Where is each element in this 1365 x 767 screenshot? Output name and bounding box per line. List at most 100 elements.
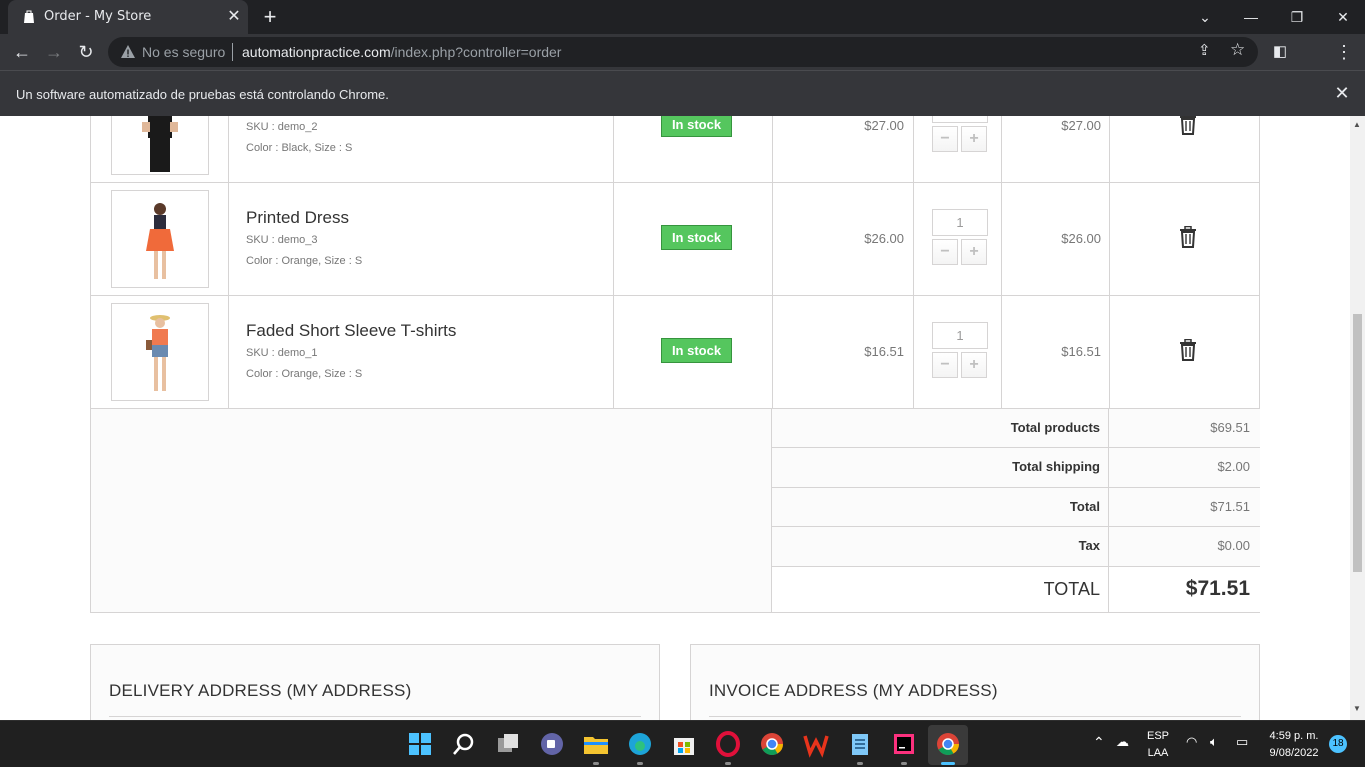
trash-icon[interactable] <box>1178 116 1198 135</box>
availability-badge: In stock <box>661 116 732 137</box>
total-row: Total $71.51 <box>772 488 1260 527</box>
running-indicator <box>637 762 643 765</box>
cell-divider <box>1109 183 1110 295</box>
back-icon[interactable]: ← <box>8 38 36 66</box>
search-icon[interactable] <box>449 729 479 759</box>
totals-spacer <box>91 409 772 612</box>
running-indicator <box>593 762 599 765</box>
running-indicator <box>725 762 731 765</box>
cell-divider <box>772 296 773 408</box>
running-indicator <box>857 762 863 765</box>
wps-office-icon[interactable] <box>801 729 831 759</box>
trash-icon[interactable] <box>1178 226 1198 248</box>
browser-tab[interactable]: Order - My Store ✕ <box>8 0 248 34</box>
close-window-icon[interactable]: ✕ <box>1330 4 1356 30</box>
chrome-active-icon[interactable] <box>933 729 963 759</box>
chevron-up-icon[interactable]: ⌃ <box>1093 734 1105 751</box>
forward-icon[interactable]: → <box>40 38 68 66</box>
notepad-icon[interactable] <box>845 729 875 759</box>
clock-time[interactable]: 4:59 p. m. <box>1262 730 1326 742</box>
tab-search-icon[interactable]: ⌄ <box>1192 4 1218 30</box>
product-name[interactable]: Printed Dress <box>246 208 349 228</box>
address-bar[interactable]: No es seguro automationpractice.com/inde… <box>108 37 1258 67</box>
invoice-address-title: INVOICE ADDRESS (MY ADDRESS) <box>709 681 998 700</box>
browser-titlebar: Order - My Store ✕ + ⌄ — ❐ ✕ <box>0 0 1365 34</box>
language-label[interactable]: ESP <box>1142 730 1174 742</box>
automation-infobar: Un software automatizado de pruebas está… <box>0 70 1365 116</box>
tax-label: Tax <box>1078 538 1100 553</box>
windows-start-icon[interactable] <box>405 729 435 759</box>
quantity-increase-button[interactable]: + <box>961 126 987 152</box>
cart-row: Faded Short Sleeve T-shirts SKU : demo_1… <box>90 296 1260 409</box>
total-shipping-value: $2.00 <box>1217 459 1250 474</box>
infobar-text: Un software automatizado de pruebas está… <box>16 87 389 102</box>
keyboard-layout-label[interactable]: LAA <box>1142 747 1174 759</box>
quantity-decrease-button[interactable]: − <box>932 126 958 152</box>
volume-icon[interactable]: 🔈︎ <box>1210 734 1218 750</box>
file-explorer-icon[interactable] <box>581 729 611 759</box>
product-attributes[interactable]: Color : Orange, Size : S <box>246 368 362 380</box>
infobar-close-icon[interactable]: ✕ <box>1332 83 1352 103</box>
wifi-icon[interactable]: ◠ <box>1186 734 1197 750</box>
scroll-up-icon[interactable]: ▲ <box>1353 120 1361 129</box>
teams-chat-icon[interactable] <box>537 729 567 759</box>
battery-icon[interactable]: ▭ <box>1236 734 1248 750</box>
running-indicator <box>901 762 907 765</box>
tshirt-outfit-image <box>146 315 170 391</box>
line-total: $27.00 <box>1061 118 1101 133</box>
not-secure-label[interactable]: No es seguro <box>142 44 225 60</box>
quantity-increase-button[interactable]: + <box>961 352 987 378</box>
quantity-increase-button[interactable]: + <box>961 239 987 265</box>
tax-value: $0.00 <box>1217 538 1250 553</box>
menu-icon[interactable]: ⋮ <box>1330 38 1358 66</box>
line-total: $16.51 <box>1061 344 1101 359</box>
scroll-down-icon[interactable]: ▼ <box>1353 704 1361 713</box>
quantity-input[interactable] <box>932 116 988 123</box>
cell-divider <box>913 183 914 295</box>
page-scrollbar[interactable]: ▲ ▼ <box>1350 116 1365 720</box>
side-panel-icon[interactable]: ◧ <box>1266 38 1294 66</box>
chrome-icon[interactable] <box>757 729 787 759</box>
quantity-input[interactable]: 1 <box>932 322 988 349</box>
total-products-row: Total products $69.51 <box>772 409 1260 448</box>
cell-divider <box>228 116 229 182</box>
tax-row: Tax $0.00 <box>772 527 1260 567</box>
product-image[interactable] <box>111 303 209 401</box>
new-tab-button[interactable]: + <box>258 5 282 29</box>
cell-divider <box>772 183 773 295</box>
opera-icon[interactable] <box>713 729 743 759</box>
warning-icon <box>121 45 135 58</box>
total-value: $71.51 <box>1210 499 1250 514</box>
restore-icon[interactable]: ❐ <box>1284 4 1310 30</box>
share-icon[interactable]: ⇪ <box>1198 41 1211 59</box>
product-sku: SKU : demo_2 <box>246 121 318 133</box>
quantity-input[interactable]: 1 <box>932 209 988 236</box>
product-attributes[interactable]: Color : Black, Size : S <box>246 142 352 154</box>
edge-icon[interactable] <box>625 729 655 759</box>
tab-close-icon[interactable]: ✕ <box>224 7 244 27</box>
url-text[interactable]: automationpractice.com/index.php?control… <box>242 44 561 60</box>
product-attributes[interactable]: Color : Orange, Size : S <box>246 255 362 267</box>
quantity-decrease-button[interactable]: − <box>932 352 958 378</box>
product-image[interactable] <box>111 116 209 175</box>
bookmark-star-icon[interactable]: ☆ <box>1230 40 1245 60</box>
reload-icon[interactable]: ↻ <box>72 38 100 66</box>
product-image[interactable] <box>111 190 209 288</box>
trash-icon[interactable] <box>1178 339 1198 361</box>
task-view-icon[interactable] <box>493 729 523 759</box>
intellij-icon[interactable] <box>889 729 919 759</box>
onedrive-icon[interactable]: ☁ <box>1116 734 1129 750</box>
product-sku: SKU : demo_3 <box>246 234 318 246</box>
notification-badge[interactable]: 18 <box>1329 735 1347 753</box>
quantity-decrease-button[interactable]: − <box>932 239 958 265</box>
store-icon[interactable] <box>669 729 699 759</box>
total-label: Total <box>1069 499 1100 514</box>
minimize-icon[interactable]: — <box>1238 4 1264 30</box>
scroll-thumb[interactable] <box>1353 314 1362 572</box>
clock-date[interactable]: 9/08/2022 <box>1262 747 1326 759</box>
cart-row: SKU : demo_2 Color : Black, Size : S In … <box>90 116 1260 183</box>
address-divider <box>109 716 641 717</box>
active-indicator <box>941 762 955 765</box>
line-total: $26.00 <box>1061 231 1101 246</box>
product-name[interactable]: Faded Short Sleeve T-shirts <box>246 321 456 341</box>
